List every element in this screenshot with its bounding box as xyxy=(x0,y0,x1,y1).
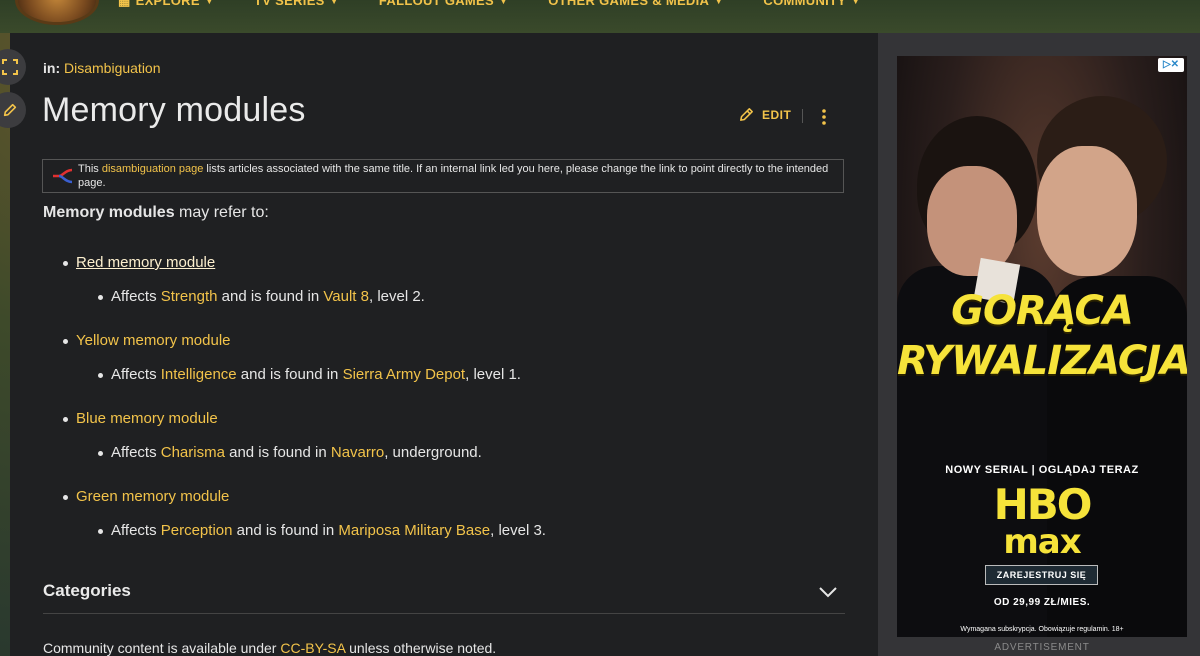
detail-text: , level 1. xyxy=(465,366,521,383)
wiki-logo[interactable] xyxy=(18,0,96,22)
detail-text: Affects xyxy=(111,288,161,305)
location-link[interactable]: Sierra Army Depot xyxy=(343,366,466,383)
divider xyxy=(43,613,845,614)
chevron-down-icon xyxy=(819,587,837,598)
detail-text: and is found in xyxy=(232,522,339,539)
stat-link[interactable]: Strength xyxy=(161,288,218,305)
edit-button[interactable]: EDIT xyxy=(738,106,791,123)
intro-text: Memory modules may refer to: xyxy=(43,204,269,222)
chevron-down-icon: ▼ xyxy=(204,0,215,6)
top-navigation: ▦ Explore ▼ TV Series ▼ Fallout Games ▼ Othe… xyxy=(0,0,1200,33)
categories-toggle[interactable] xyxy=(818,585,838,603)
chevron-down-icon: ▼ xyxy=(851,0,861,6)
pencil-icon xyxy=(3,103,17,117)
notice-text: This xyxy=(78,163,102,175)
chevron-down-icon: ▼ xyxy=(714,0,724,6)
page-title: Memory modules xyxy=(42,91,306,129)
stat-link[interactable]: Perception xyxy=(161,522,233,539)
bullet xyxy=(98,528,103,534)
location-link[interactable]: Vault 8 xyxy=(323,288,369,305)
chevron-down-icon: ▼ xyxy=(499,0,509,6)
pencil-icon xyxy=(740,108,753,121)
list-item-detail: Affects Intelligence and is found in Sie… xyxy=(98,366,521,383)
location-link[interactable]: Navarro xyxy=(331,444,384,461)
nav-label: Other Games & Media xyxy=(548,0,710,8)
intro-rest: may refer to: xyxy=(174,204,269,221)
ad-artwork xyxy=(927,166,1017,276)
nav-label: TV Series xyxy=(254,0,325,8)
advertisement-label: ADVERTISEMENT xyxy=(994,642,1090,653)
detail-text: and is found in xyxy=(236,366,343,383)
ad-brand-logo: max xyxy=(1003,522,1081,562)
list-item: Green memory module xyxy=(63,488,229,505)
detail-text: , underground. xyxy=(384,444,482,461)
ad-fine-print: Wymagana subskrypcja. Obowiązuje regulam… xyxy=(960,626,1124,633)
ad-signup-button[interactable]: ZAREJESTRUJ SIĘ xyxy=(985,565,1098,585)
nav-tv-series[interactable]: TV Series ▼ xyxy=(254,0,339,8)
adchoices-icon[interactable]: ▷✕ xyxy=(1158,58,1184,72)
nav-label: Community xyxy=(763,0,847,8)
nav-items: ▦ Explore ▼ TV Series ▼ Fallout Games ▼ Othe… xyxy=(118,0,901,8)
stat-link[interactable]: Charisma xyxy=(161,444,225,461)
chevron-down-icon: ▼ xyxy=(329,0,339,6)
intro-bold: Memory modules xyxy=(43,204,175,221)
nav-label: Explore xyxy=(135,0,200,8)
disambiguation-icon xyxy=(53,168,73,184)
bullet xyxy=(98,372,103,378)
ad-tagline: NOWY SERIAL | OGLĄDAJ TERAZ xyxy=(945,464,1139,476)
license-text: unless otherwise noted. xyxy=(345,640,497,656)
ad-artwork xyxy=(1037,146,1137,276)
nav-fallout-games[interactable]: Fallout Games ▼ xyxy=(379,0,508,8)
ad-headline: GORĄCA xyxy=(951,288,1134,334)
article-panel: in: Disambiguation Memory modules EDIT T… xyxy=(10,33,878,656)
bullet xyxy=(98,294,103,300)
bullet xyxy=(63,338,68,344)
detail-text: , level 3. xyxy=(490,522,546,539)
stat-link[interactable]: Intelligence xyxy=(161,366,237,383)
entry-title-link[interactable]: Green memory module xyxy=(76,488,229,505)
entry-title-link[interactable]: Red memory module xyxy=(76,254,215,271)
nav-label: Fallout Games xyxy=(378,0,494,8)
breadcrumb-category-link[interactable]: Disambiguation xyxy=(64,60,161,76)
license-text: Community content is available under xyxy=(43,640,281,656)
list-item: Blue memory module xyxy=(63,410,218,427)
nav-community[interactable]: Community ▼ xyxy=(763,0,860,8)
entry-title-link[interactable]: Yellow memory module xyxy=(76,332,231,349)
expand-icon xyxy=(2,59,18,75)
ad-price: OD 29,99 ZŁ/MIES. xyxy=(993,597,1091,608)
breadcrumb: in: Disambiguation xyxy=(43,60,161,76)
explore-icon: ▦ xyxy=(118,0,131,8)
detail-text: , level 2. xyxy=(368,288,425,305)
disambiguation-page-link[interactable]: disambiguation page xyxy=(102,163,204,175)
list-item-detail: Affects Charisma and is found in Navarro… xyxy=(98,444,482,461)
detail-text: Affects xyxy=(111,444,161,461)
more-vertical-icon xyxy=(822,109,826,125)
bullet xyxy=(98,450,103,456)
bullet xyxy=(63,494,68,500)
disambiguation-notice: This disambiguation page lists articles … xyxy=(42,159,844,193)
list-item-detail: Affects Perception and is found in Marip… xyxy=(98,522,546,539)
list-item: Yellow memory module xyxy=(63,332,231,349)
edit-label: EDIT xyxy=(762,107,792,122)
list-item-detail: Affects Strength and is found in Vault 8… xyxy=(98,288,425,305)
bullet xyxy=(63,416,68,422)
advertisement[interactable]: ▷✕ GORĄCA RYWALIZACJA NOWY SERIAL | OGLĄ… xyxy=(897,56,1187,637)
detail-text: and is found in xyxy=(217,288,324,305)
more-options-button[interactable] xyxy=(820,108,828,131)
license-link[interactable]: CC-BY-SA xyxy=(280,640,345,656)
detail-text: Affects xyxy=(111,522,161,539)
toolbar-divider xyxy=(802,109,803,123)
bullet xyxy=(63,260,68,266)
nav-other-games-media[interactable]: Other Games & Media ▼ xyxy=(548,0,723,8)
categories-heading[interactable]: Categories xyxy=(43,581,845,601)
location-link[interactable]: Mariposa Military Base xyxy=(338,522,490,539)
detail-text: Affects xyxy=(111,366,161,383)
ad-headline: RYWALIZACJA xyxy=(897,338,1187,384)
breadcrumb-prefix: in: xyxy=(43,60,61,76)
list-item: Red memory module xyxy=(63,254,215,271)
license-notice: Community content is available under CC-… xyxy=(43,640,496,656)
nav-explore[interactable]: ▦ Explore ▼ xyxy=(118,0,214,8)
entry-title-link[interactable]: Blue memory module xyxy=(76,410,218,427)
detail-text: and is found in xyxy=(224,444,331,461)
